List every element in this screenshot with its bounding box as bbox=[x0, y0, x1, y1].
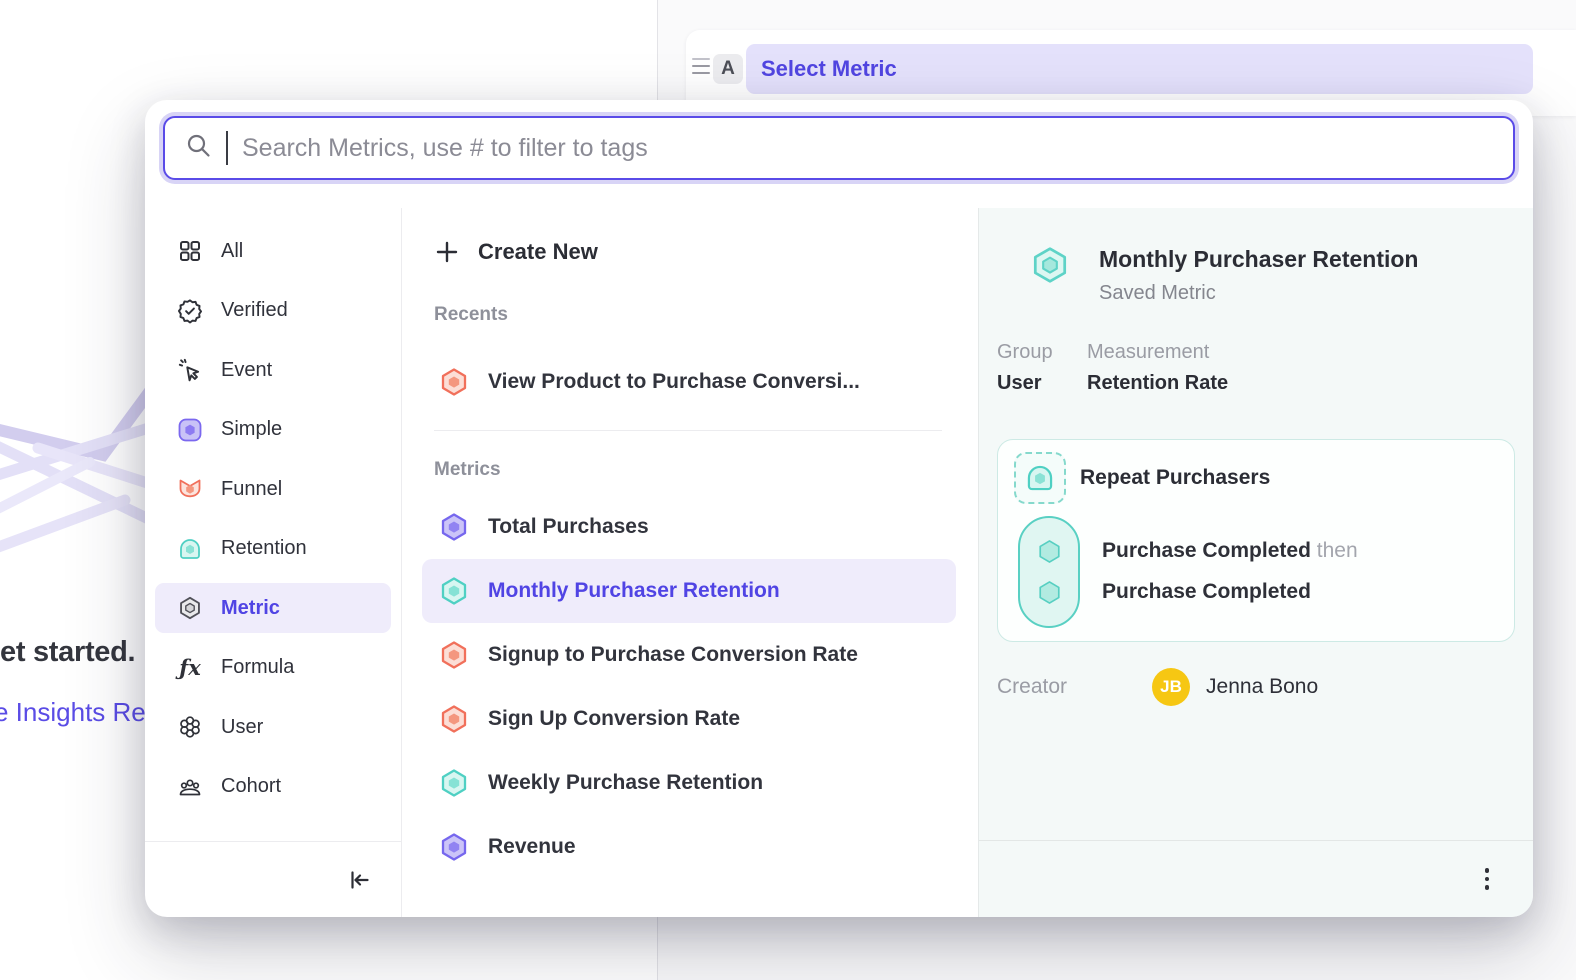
then-word: then bbox=[1317, 539, 1358, 562]
metric-row-label: Signup to Purchase Conversion Rate bbox=[488, 643, 858, 667]
sidebar-item-label: Cohort bbox=[221, 775, 281, 798]
metric-hexagon-icon bbox=[438, 511, 470, 543]
detail-footer bbox=[979, 840, 1533, 917]
search-input[interactable] bbox=[242, 134, 1493, 163]
sidebar-item-formula[interactable]: ƒx Formula bbox=[155, 643, 391, 693]
creator-avatar: JB bbox=[1152, 668, 1190, 706]
sidebar-item-label: Retention bbox=[221, 537, 307, 560]
recents-heading: Recents bbox=[434, 304, 960, 328]
retention-step-icon-box bbox=[1014, 452, 1066, 504]
metric-row-label: Weekly Purchase Retention bbox=[488, 771, 763, 795]
measurement-label: Measurement bbox=[1087, 341, 1228, 364]
verified-badge-icon bbox=[177, 298, 203, 324]
metric-selector-modal: All Verified bbox=[145, 100, 1533, 917]
event-hexagon-icon bbox=[1036, 538, 1063, 565]
more-options-kebab-icon[interactable] bbox=[1479, 862, 1496, 896]
metric-hexagon-icon bbox=[438, 703, 470, 735]
metric-hexagon-icon bbox=[438, 575, 470, 607]
metrics-list: Total Purchases Monthly Purchaser Retent… bbox=[418, 495, 960, 879]
formula-fx-icon: ƒx bbox=[177, 655, 203, 681]
metric-detail-panel: Monthly Purchaser Retention Saved Metric… bbox=[978, 208, 1533, 917]
get-started-heading-fragment: et started. bbox=[0, 636, 135, 669]
metric-row-label: View Product to Purchase Conversi... bbox=[488, 370, 860, 394]
sidebar-item-label: Formula bbox=[221, 656, 294, 679]
sidebar-footer bbox=[145, 841, 401, 917]
detail-title: Monthly Purchaser Retention bbox=[1099, 244, 1418, 274]
sidebar-item-label: User bbox=[221, 716, 263, 739]
metric-hexagon-icon bbox=[438, 767, 470, 799]
create-new-label: Create New bbox=[478, 239, 598, 265]
sidebar-item-cohort[interactable]: Cohort bbox=[155, 762, 391, 812]
grid-icon bbox=[177, 238, 203, 264]
creator-row: Creator JB Jenna Bono bbox=[997, 668, 1515, 706]
metric-row-label: Monthly Purchaser Retention bbox=[488, 579, 780, 603]
sidebar-item-user[interactable]: User bbox=[155, 702, 391, 752]
metric-row-total-purchases[interactable]: Total Purchases bbox=[422, 495, 956, 559]
metric-hexagon-icon bbox=[438, 639, 470, 671]
retention-step-2: Purchase Completed bbox=[1102, 571, 1358, 612]
metric-row-revenue[interactable]: Revenue bbox=[422, 815, 956, 879]
group-label: Group bbox=[997, 341, 1087, 364]
user-cluster-icon bbox=[177, 714, 203, 740]
creator-label: Creator bbox=[997, 675, 1067, 699]
metric-detail-hexagon-icon bbox=[1029, 244, 1071, 286]
sidebar-item-funnel[interactable]: Funnel bbox=[155, 464, 391, 514]
sidebar-item-all[interactable]: All bbox=[155, 226, 391, 276]
funnel-hexagon-icon bbox=[177, 476, 203, 502]
retention-card-title: Repeat Purchasers bbox=[1080, 466, 1270, 490]
search-icon bbox=[185, 132, 212, 164]
collapse-panel-icon[interactable] bbox=[345, 866, 373, 894]
sidebar-item-label: Metric bbox=[221, 597, 280, 620]
metrics-heading: Metrics bbox=[434, 459, 960, 483]
group-value: User bbox=[997, 372, 1087, 395]
sidebar-item-label: Funnel bbox=[221, 478, 282, 501]
metric-row-label: Revenue bbox=[488, 835, 576, 859]
event-hexagon-icon bbox=[1036, 579, 1063, 606]
detail-meta: Group User Measurement Retention Rate bbox=[997, 341, 1515, 395]
metric-row-weekly-purchase-retention[interactable]: Weekly Purchase Retention bbox=[422, 751, 956, 815]
metric-hexagon-icon bbox=[177, 595, 203, 621]
retention-arch-icon bbox=[1024, 462, 1056, 494]
sidebar-item-label: Simple bbox=[221, 418, 282, 441]
select-metric-dropdown[interactable]: Select Metric bbox=[746, 44, 1533, 94]
cursor-click-icon bbox=[177, 357, 203, 383]
detail-subtitle: Saved Metric bbox=[1099, 282, 1418, 305]
sidebar-item-label: All bbox=[221, 240, 243, 263]
sidebar-item-simple[interactable]: Simple bbox=[155, 405, 391, 455]
sidebar-item-label: Event bbox=[221, 359, 272, 382]
metric-list-panel: Create New Recents View Product to Purch… bbox=[402, 208, 978, 917]
sidebar-item-retention[interactable]: Retention bbox=[155, 524, 391, 574]
sidebar-item-label: Verified bbox=[221, 299, 288, 322]
recent-metric-row[interactable]: View Product to Purchase Conversi... bbox=[422, 350, 956, 414]
metric-row-label: Total Purchases bbox=[488, 515, 649, 539]
insights-report-link-fragment[interactable]: e Insights Re bbox=[0, 697, 146, 728]
filter-sidebar: All Verified bbox=[145, 208, 402, 917]
event-pair-capsule bbox=[1018, 516, 1080, 628]
metric-row-monthly-purchaser-retention[interactable]: Monthly Purchaser Retention bbox=[422, 559, 956, 623]
drag-handle-icon[interactable] bbox=[692, 58, 710, 74]
sidebar-item-event[interactable]: Event bbox=[155, 345, 391, 395]
create-new-button[interactable]: Create New bbox=[418, 228, 960, 276]
text-caret bbox=[226, 131, 228, 165]
retention-step-1: Purchase Completed then bbox=[1102, 530, 1358, 571]
metric-row-label: Sign Up Conversion Rate bbox=[488, 707, 740, 731]
simple-hexagon-icon bbox=[177, 417, 203, 443]
metric-hexagon-icon bbox=[438, 366, 470, 398]
sidebar-item-verified[interactable]: Verified bbox=[155, 286, 391, 336]
creator-name: Jenna Bono bbox=[1206, 675, 1318, 699]
metric-row-signup-to-purchase-conversion-rate[interactable]: Signup to Purchase Conversion Rate bbox=[422, 623, 956, 687]
query-row-badge: A bbox=[713, 54, 743, 84]
metric-row-sign-up-conversion-rate[interactable]: Sign Up Conversion Rate bbox=[422, 687, 956, 751]
cohort-people-icon bbox=[177, 774, 203, 800]
sidebar-item-metric[interactable]: Metric bbox=[155, 583, 391, 633]
measurement-value: Retention Rate bbox=[1087, 372, 1228, 395]
retention-definition-card: Repeat Purchasers Purchase Comp bbox=[997, 439, 1515, 642]
retention-arch-icon bbox=[177, 536, 203, 562]
metric-search-box[interactable] bbox=[163, 116, 1515, 180]
plus-icon bbox=[434, 239, 460, 265]
metric-hexagon-icon bbox=[438, 831, 470, 863]
screen: et started. e Insights Re A Select Metri… bbox=[0, 0, 1576, 980]
list-divider bbox=[434, 430, 942, 431]
